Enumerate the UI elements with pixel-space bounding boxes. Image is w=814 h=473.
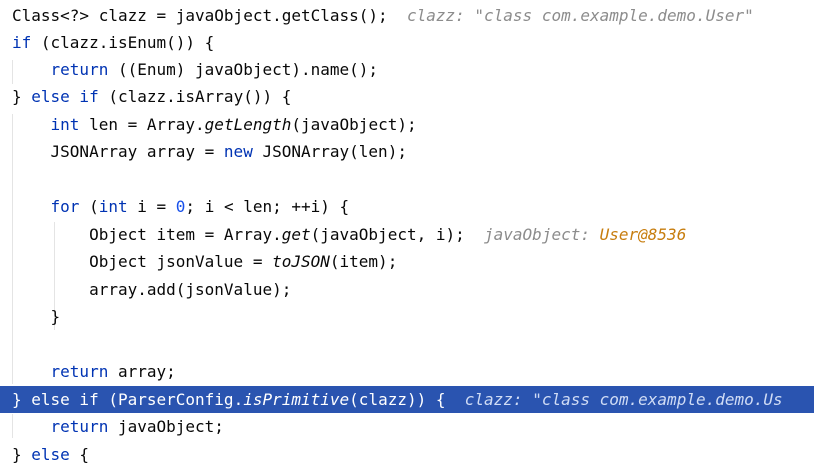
number-literal: 0 — [175, 197, 186, 216]
code-line-6[interactable]: JSONArray array = new JSONArray(len); — [0, 138, 814, 165]
code-text: JSONArray array = — [50, 142, 224, 161]
inline-debug-hint-label: javaObject: — [484, 225, 590, 244]
code-text: (clazz.isEnum()) { — [31, 33, 215, 52]
code-text: (ParserConfig. — [98, 390, 244, 409]
code-text: ( — [79, 197, 99, 216]
code-line-10[interactable]: Object jsonValue = toJSON(item); — [0, 248, 814, 275]
code-line-8[interactable]: for (int i = 0; i < len; ++i) { — [0, 193, 814, 220]
code-line-17[interactable]: } else { — [0, 441, 814, 468]
code-text: { — [69, 445, 90, 464]
code-text: ((Enum) javaObject).name(); — [108, 60, 379, 79]
keyword: new — [223, 142, 253, 161]
keyword: for — [50, 197, 80, 216]
code-text: } — [12, 390, 32, 409]
code-line-4[interactable]: } else if (clazz.isArray()) { — [0, 83, 814, 110]
keyword: if — [12, 33, 32, 52]
highlighted-execution-line[interactable]: } else if (ParserConfig.isPrimitive(claz… — [0, 386, 814, 413]
code-text: Object jsonValue = — [89, 252, 273, 271]
keyword: return — [50, 362, 109, 381]
code-text: } — [12, 87, 32, 106]
keyword: return — [50, 417, 109, 436]
code-line-2[interactable]: if (clazz.isEnum()) { — [0, 29, 814, 56]
static-method-call: isPrimitive — [243, 390, 350, 409]
code-text: i = — [127, 197, 176, 216]
code-line-7-blank[interactable] — [0, 165, 814, 192]
static-method-call: toJSON — [272, 252, 330, 271]
code-text: ; i < len; ++i) { — [185, 197, 350, 216]
keyword: int — [98, 197, 128, 216]
code-line-5[interactable]: int len = Array.getLength(javaObject); — [0, 111, 814, 138]
code-text: } — [50, 307, 61, 326]
code-text: (item); — [329, 252, 398, 271]
code-text: len = Array. — [79, 115, 205, 134]
code-text: (clazz)) { — [349, 390, 446, 409]
keyword: return — [50, 60, 109, 79]
code-text: Class<?> clazz = javaObject.getClass(); — [12, 6, 388, 25]
keyword: else if — [31, 390, 99, 409]
code-line-14[interactable]: return array; — [0, 358, 814, 385]
code-line-12[interactable]: } — [0, 303, 814, 330]
code-line-9[interactable]: Object item = Array.get(javaObject, i); … — [0, 221, 814, 248]
code-editor[interactable]: Class<?> clazz = javaObject.getClass(); … — [0, 0, 814, 473]
code-line-11[interactable]: array.add(jsonValue); — [0, 276, 814, 303]
code-text: array; — [108, 362, 176, 381]
code-text: (javaObject, i); — [310, 225, 465, 244]
inline-debug-hint: clazz: "class com.example.demo.Us — [464, 390, 783, 409]
code-line-16[interactable]: return javaObject; — [0, 413, 814, 440]
inline-debug-hint-value: User@8536 — [599, 225, 687, 244]
code-text: javaObject; — [108, 417, 224, 436]
keyword: else if — [31, 87, 99, 106]
static-method-call: getLength — [204, 115, 292, 134]
code-line-13-blank[interactable] — [0, 330, 814, 357]
inline-debug-hint: clazz: "class com.example.demo.User" — [406, 6, 754, 25]
code-line-3[interactable]: return ((Enum) javaObject).name(); — [0, 56, 814, 83]
keyword: else — [31, 445, 70, 464]
code-text: array.add(jsonValue); — [89, 280, 292, 299]
keyword: int — [50, 115, 80, 134]
static-method-call: get — [281, 225, 311, 244]
code-text: (clazz.isArray()) { — [98, 87, 292, 106]
code-text: (javaObject); — [291, 115, 417, 134]
code-text: JSONArray(len); — [252, 142, 407, 161]
code-line-1[interactable]: Class<?> clazz = javaObject.getClass(); … — [0, 2, 814, 29]
code-text: Object item = Array. — [89, 225, 282, 244]
code-text: } — [12, 445, 32, 464]
